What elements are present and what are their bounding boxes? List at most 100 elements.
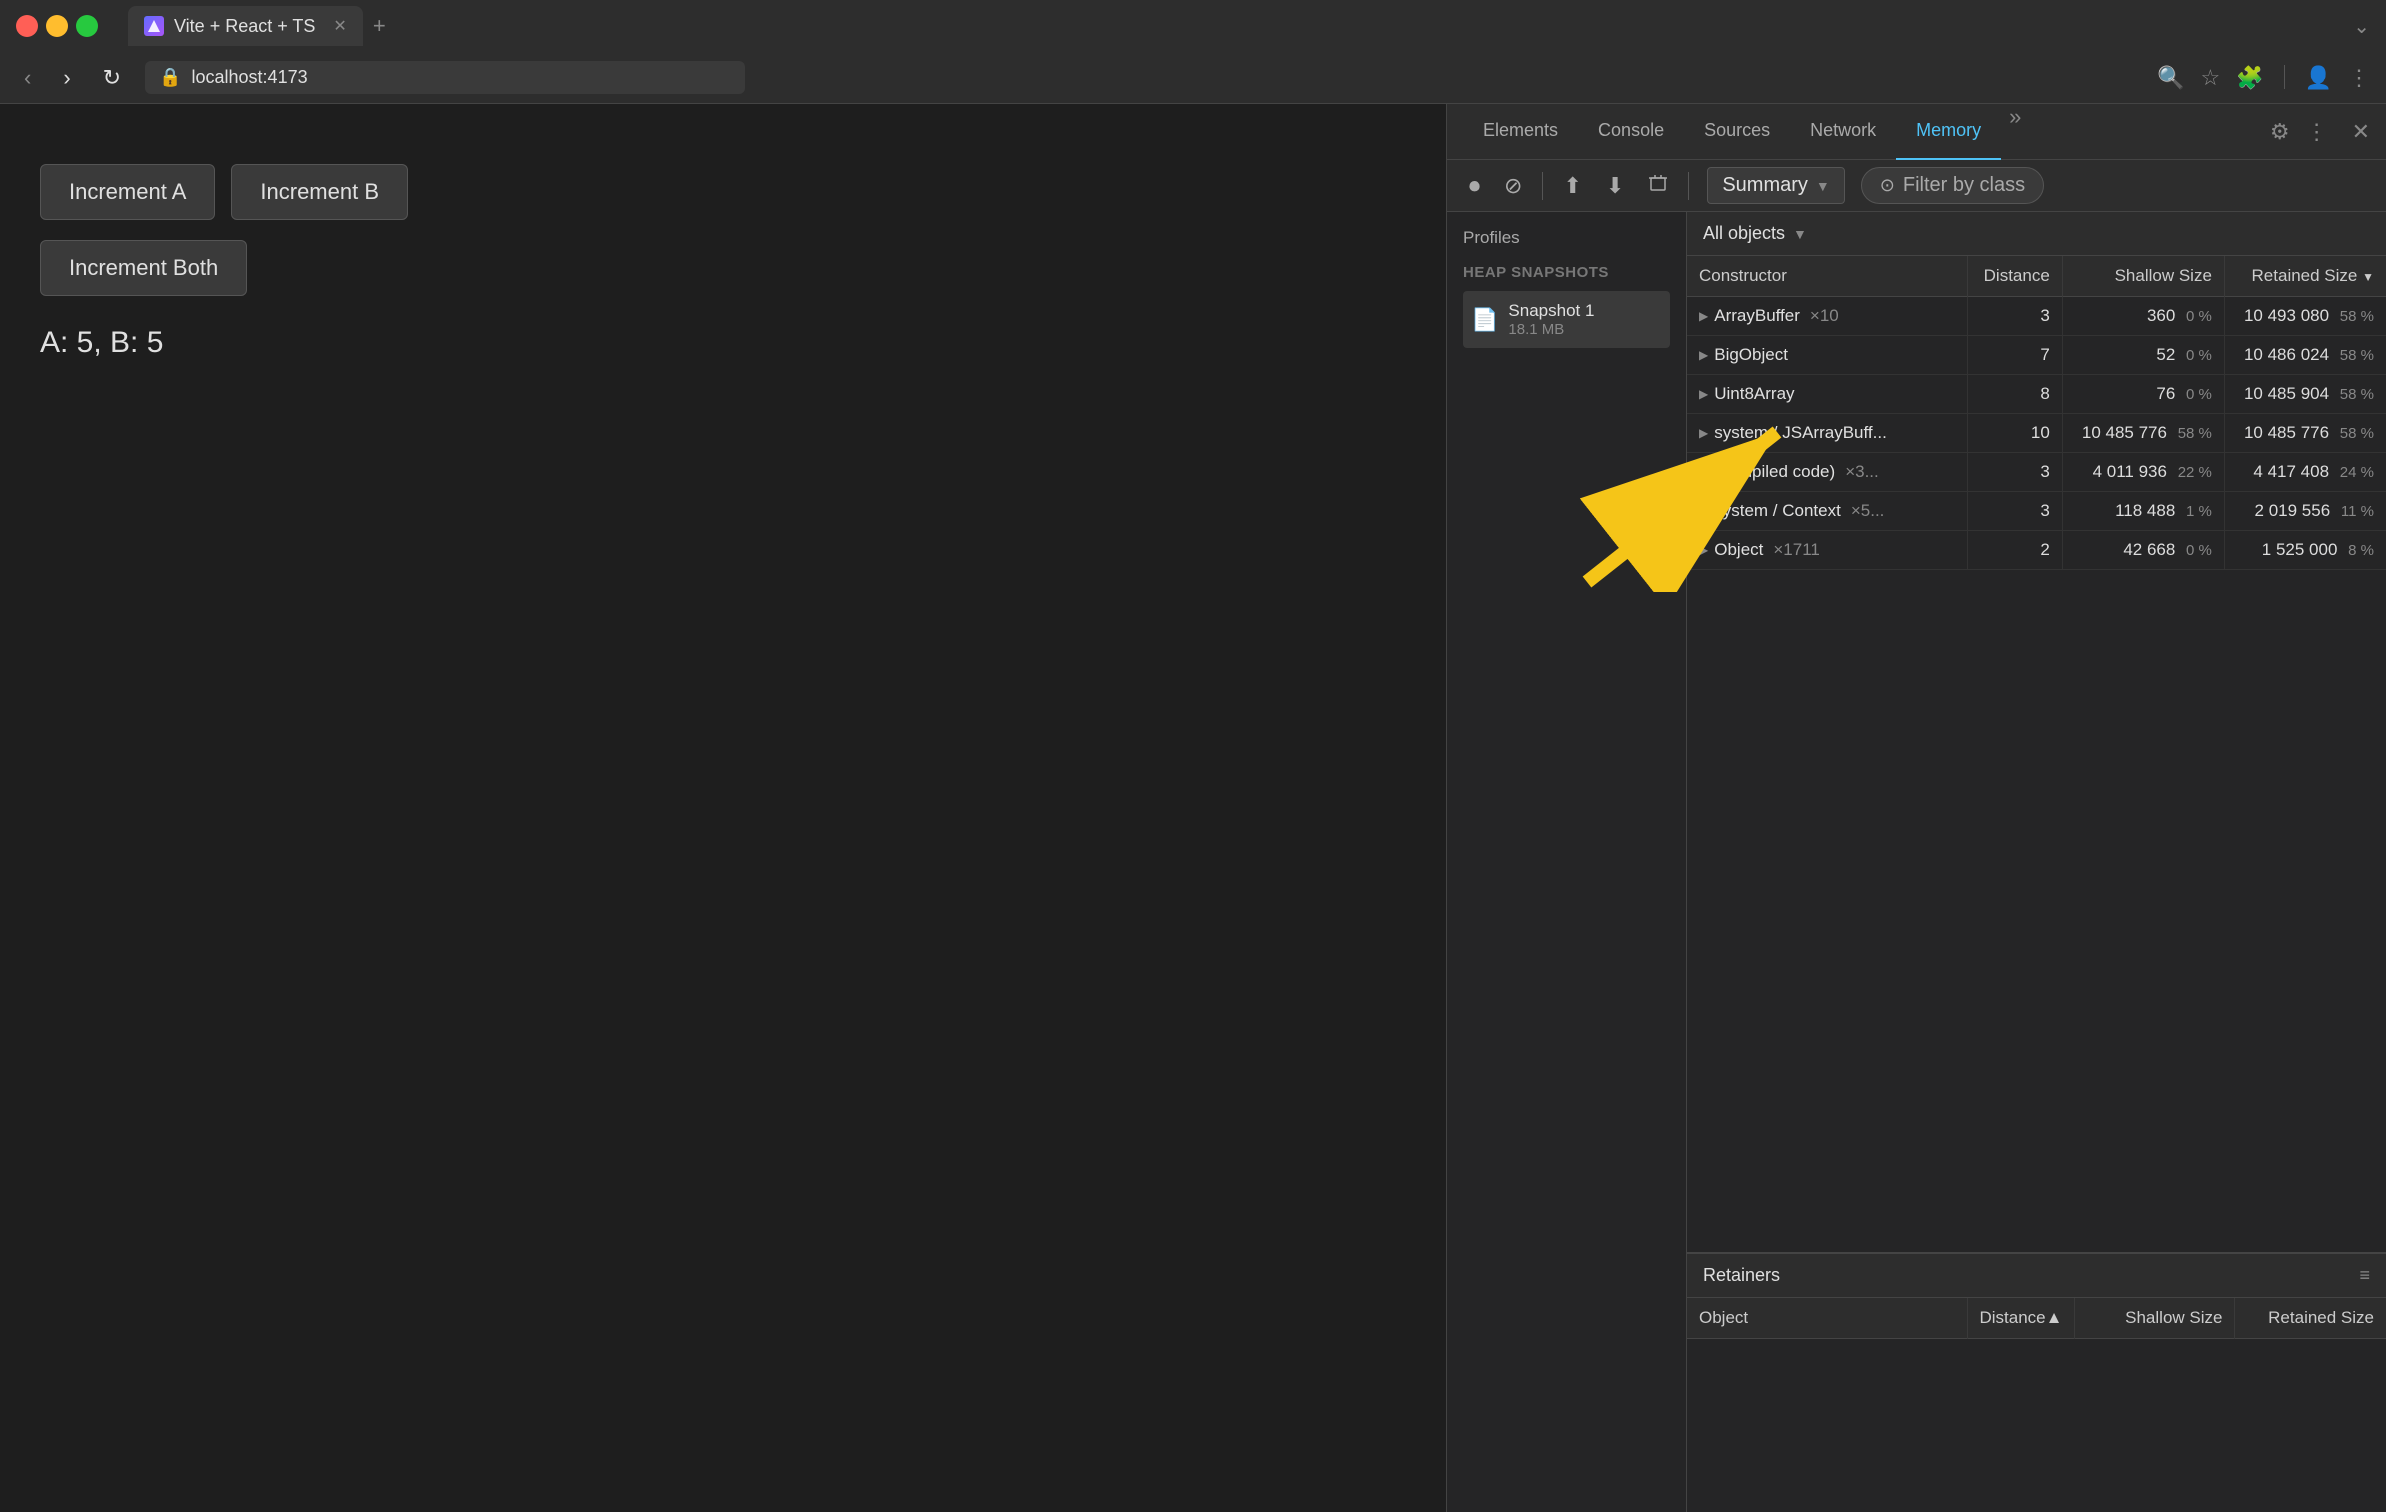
download-button[interactable]: ⬇ — [1596, 167, 1634, 205]
heap-snapshots-label: HEAP SNAPSHOTS — [1463, 264, 1670, 281]
table-area: All objects ▼ Constructor Distance — [1687, 212, 2386, 1512]
nav-bar: ‹ › ↻ 🔒 localhost:4173 🔍 ☆ 🧩 👤 ⋮ — [0, 52, 2386, 104]
snapshot-info: Snapshot 1 18.1 MB — [1508, 301, 1594, 338]
th-ret-shallow: Shallow Size — [2075, 1298, 2235, 1339]
expand-arrow-icon[interactable]: ▶ — [1699, 387, 1708, 401]
devtools-settings: ⚙ ⋮ ✕ — [2270, 119, 2370, 145]
expand-arrow-icon[interactable]: ▶ — [1699, 543, 1708, 557]
retainers-table: Object Distance▲ Shallow Size — [1687, 1298, 2386, 1512]
devtools-tabs: Elements Console Sources Network Memory … — [1463, 104, 2254, 160]
table-row[interactable]: ▶ Uint8Array 8 76 0 % — [1687, 375, 2386, 414]
close-traffic-light[interactable] — [16, 15, 38, 37]
record-button[interactable]: ⏺ — [1459, 167, 1490, 205]
page-content: Increment A Increment B Increment Both A… — [0, 104, 1446, 1512]
expand-arrow-icon[interactable]: ▶ — [1699, 504, 1708, 518]
th-distance: Distance — [1967, 256, 2062, 297]
th-ret-retained: Retained Size — [2235, 1298, 2386, 1339]
table-row[interactable]: ▶ (compiled code) ×3... 3 4 011 936 22 % — [1687, 453, 2386, 492]
bottom-button-row: Increment Both — [40, 240, 1406, 296]
snapshot-size: 18.1 MB — [1508, 321, 1594, 338]
devtools-close-button[interactable]: ✕ — [2352, 119, 2370, 145]
profile-button[interactable]: 👤 — [2305, 65, 2332, 91]
tab-network[interactable]: Network — [1790, 104, 1896, 160]
minimize-traffic-light[interactable] — [46, 15, 68, 37]
all-objects-arrow: ▼ — [1793, 226, 1807, 242]
tab-title: Vite + React + TS — [174, 16, 315, 37]
retainers-section: Retainers ≡ Object Dista — [1687, 1252, 2386, 1512]
all-objects-text: All objects — [1703, 223, 1785, 244]
nav-actions: 🔍 ☆ 🧩 👤 ⋮ — [2157, 65, 2370, 91]
table-row[interactable]: ▶ system / Context ×5... 3 118 488 1 % — [1687, 492, 2386, 531]
title-bar: Vite + React + TS ✕ + ⌄ — [0, 0, 2386, 52]
expand-arrow-icon[interactable]: ▶ — [1699, 309, 1708, 323]
browser-tab[interactable]: Vite + React + TS ✕ — [128, 6, 363, 46]
tab-elements[interactable]: Elements — [1463, 104, 1578, 160]
summary-dropdown[interactable]: Summary ▼ — [1707, 167, 1844, 204]
profiles-label: Profiles — [1463, 228, 1670, 248]
summary-text: Summary — [1722, 174, 1808, 197]
snapshot-item[interactable]: 📄 Snapshot 1 18.1 MB — [1463, 291, 1670, 348]
tab-expand-button[interactable]: ⌄ — [2353, 14, 2370, 39]
retainers-data-table: Object Distance▲ Shallow Size — [1687, 1298, 2386, 1339]
new-tab-button[interactable]: + — [373, 13, 386, 39]
maximize-traffic-light[interactable] — [76, 15, 98, 37]
devtools-subtoolbar: ⏺ ⊘ ⬆ ⬇ Summary ▼ ⊙ — [1447, 160, 2386, 212]
stop-button[interactable]: ⊘ — [1494, 167, 1532, 205]
tab-sources[interactable]: Sources — [1684, 104, 1790, 160]
sub-divider-2 — [1688, 172, 1689, 200]
table-row[interactable]: ▶ system / JSArrayBuff... 10 10 485 776 … — [1687, 414, 2386, 453]
upload-button[interactable]: ⬆ — [1553, 167, 1591, 205]
filter-icon: ⊙ — [1880, 175, 1895, 196]
snapshot-name: Snapshot 1 — [1508, 301, 1594, 321]
devtools-more-button[interactable]: ⋮ — [2306, 119, 2328, 145]
increment-b-button[interactable]: Increment B — [231, 164, 408, 220]
retainers-menu-button[interactable]: ≡ — [2359, 1265, 2370, 1286]
heap-table: Constructor Distance Shallow Size Retain… — [1687, 256, 2386, 1252]
all-objects-bar: All objects ▼ — [1687, 212, 2386, 256]
retainers-header: Retainers ≡ — [1687, 1254, 2386, 1298]
devtools-toolbar: Elements Console Sources Network Memory … — [1447, 104, 2386, 160]
heap-data-table: Constructor Distance Shallow Size Retain… — [1687, 256, 2386, 570]
th-shallow-size: Shallow Size — [2062, 256, 2224, 297]
tab-favicon — [144, 16, 164, 36]
bookmark-button[interactable]: ☆ — [2200, 65, 2220, 91]
devtools-panel: Elements Console Sources Network Memory … — [1446, 104, 2386, 1512]
counter-label: A: 5, B: 5 — [40, 326, 1406, 360]
profiles-sidebar: Profiles HEAP SNAPSHOTS 📄 Snapshot 1 18.… — [1447, 212, 1687, 1512]
filter-by-class-button[interactable]: ⊙ Filter by class — [1861, 167, 2044, 204]
extensions-button[interactable]: 🧩 — [2236, 65, 2263, 91]
clear-button[interactable] — [1638, 167, 1678, 205]
expand-arrow-icon[interactable]: ▶ — [1699, 426, 1708, 440]
zoom-button[interactable]: 🔍 — [2157, 65, 2184, 91]
increment-both-button[interactable]: Increment Both — [40, 240, 247, 296]
menu-button[interactable]: ⋮ — [2348, 65, 2370, 91]
th-constructor: Constructor — [1687, 256, 1967, 297]
address-bar[interactable]: 🔒 localhost:4173 — [145, 61, 745, 94]
more-tabs-button[interactable]: » — [2009, 104, 2021, 160]
top-button-row: Increment A Increment B — [40, 164, 1406, 220]
th-ret-distance: Distance▲ — [1967, 1298, 2075, 1339]
sort-arrow-icon: ▼ — [2362, 270, 2374, 284]
sub-divider-1 — [1542, 172, 1543, 200]
tab-console[interactable]: Console — [1578, 104, 1684, 160]
summary-dropdown-arrow: ▼ — [1816, 178, 1830, 194]
increment-a-button[interactable]: Increment A — [40, 164, 215, 220]
filter-text: Filter by class — [1903, 174, 2025, 197]
table-row[interactable]: ▶ ArrayBuffer ×10 3 360 0 % — [1687, 297, 2386, 336]
table-row[interactable]: ▶ BigObject 7 52 0 % — [1687, 336, 2386, 375]
tab-memory[interactable]: Memory — [1896, 104, 2001, 160]
tab-bar: Vite + React + TS ✕ + ⌄ — [128, 6, 2370, 46]
lock-icon: 🔒 — [159, 67, 181, 88]
devtools-settings-button[interactable]: ⚙ — [2270, 119, 2290, 145]
traffic-lights — [16, 15, 98, 37]
address-text: localhost:4173 — [192, 67, 308, 88]
refresh-button[interactable]: ↻ — [95, 61, 129, 95]
back-button[interactable]: ‹ — [16, 61, 39, 95]
expand-arrow-icon[interactable]: ▶ — [1699, 348, 1708, 362]
expand-arrow-icon[interactable]: ▶ — [1699, 465, 1708, 479]
forward-button[interactable]: › — [55, 61, 78, 95]
nav-divider — [2284, 65, 2285, 89]
table-row[interactable]: ▶ Object ×1711 2 42 668 0 % — [1687, 531, 2386, 570]
snapshot-icon: 📄 — [1471, 307, 1498, 333]
tab-close-button[interactable]: ✕ — [333, 16, 346, 36]
